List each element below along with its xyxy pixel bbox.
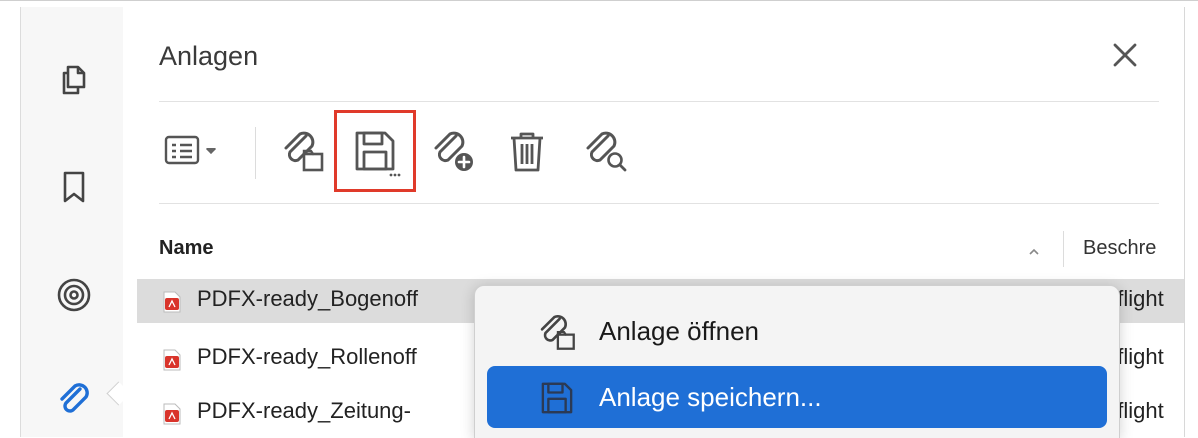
- window: Anlagen Name Beschre PDFX-ready_Bogenoff…: [0, 0, 1198, 438]
- navigation-rail: [20, 7, 124, 437]
- divider: [159, 203, 1159, 204]
- open-attachment-button[interactable]: [271, 119, 335, 183]
- menu-item-open-attachment[interactable]: Anlage öffnen: [487, 300, 1107, 362]
- save-icon: [535, 376, 579, 420]
- attachments-icon[interactable]: [54, 379, 94, 419]
- pdf-file-icon: [163, 291, 181, 313]
- sort-ascending-icon[interactable]: [1027, 245, 1041, 259]
- panel-title: Anlagen: [159, 41, 259, 71]
- menu-item-label: Anlage speichern...: [599, 382, 822, 412]
- delete-icon: [503, 126, 551, 176]
- pdf-file-icon: [163, 403, 181, 425]
- attachment-name: PDFX-ready_Rollenoff: [197, 344, 417, 369]
- add-attachment-icon: [428, 126, 478, 176]
- attachment-name: PDFX-ready_Bogenoff: [197, 286, 418, 311]
- search-attachment-button[interactable]: [573, 119, 637, 183]
- open-attachment-icon: [535, 310, 579, 354]
- menu-item-save-attachment[interactable]: Anlage speichern...: [487, 366, 1107, 428]
- view-options-button[interactable]: [159, 119, 239, 183]
- menu-item-label: Anlage öffnen: [599, 316, 759, 346]
- add-attachment-button[interactable]: [421, 119, 485, 183]
- panel-border: [1184, 7, 1185, 437]
- attachments-toolbar: [159, 110, 759, 192]
- bookmark-icon[interactable]: [54, 167, 94, 207]
- search-attachment-icon: [580, 126, 630, 176]
- toolbar-separator: [255, 127, 256, 179]
- divider: [159, 101, 1159, 102]
- pdf-file-icon: [163, 349, 181, 371]
- layers-icon[interactable]: [54, 275, 94, 315]
- delete-attachment-button[interactable]: [495, 119, 559, 183]
- column-header-description[interactable]: Beschre: [1083, 237, 1156, 260]
- open-attachment-icon: [278, 126, 328, 176]
- save-attachment-button[interactable]: [334, 110, 416, 192]
- pages-icon[interactable]: [54, 59, 94, 99]
- save-attachment-icon: [347, 123, 403, 179]
- column-separator[interactable]: [1063, 231, 1064, 267]
- attachment-name: PDFX-ready_Zeitung-: [197, 398, 411, 423]
- close-icon[interactable]: [1105, 35, 1145, 75]
- context-menu: Anlage öffnen Anlage speichern...: [474, 285, 1120, 438]
- column-header-name[interactable]: Name: [159, 237, 213, 260]
- view-options-icon: [164, 131, 234, 171]
